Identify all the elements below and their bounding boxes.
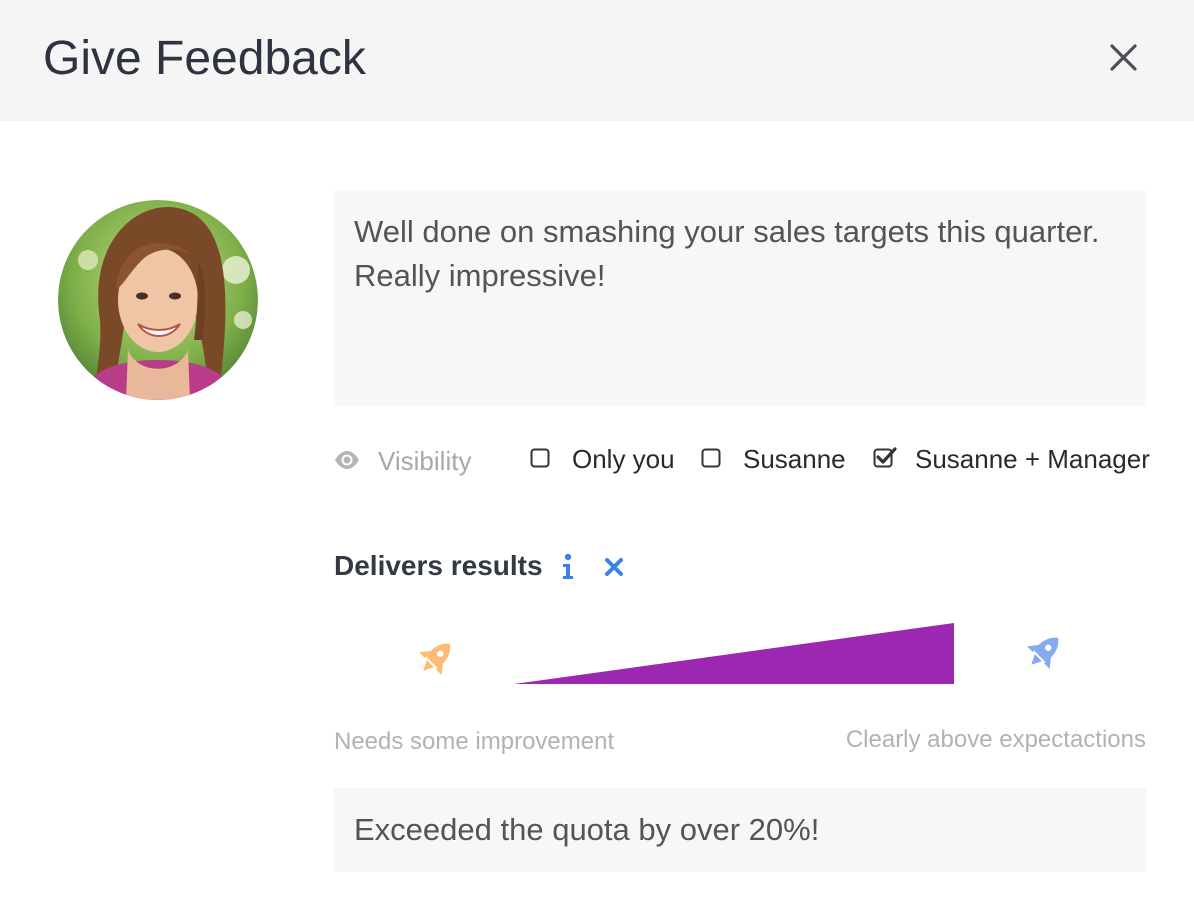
rating-slider-fill [514, 623, 954, 684]
option-label: Only you [572, 444, 675, 474]
dialog-header: Give Feedback [0, 0, 1194, 121]
dialog-title: Give Feedback [43, 32, 366, 85]
rocket-icon [419, 643, 451, 675]
rating-slider-track[interactable] [514, 623, 954, 685]
scale-high-label: Clearly above expectactions [845, 726, 1146, 753]
checkbox-unchecked-icon[interactable] [701, 448, 721, 468]
avatar-photo [58, 200, 258, 400]
visibility-label: Visibility [378, 446, 472, 476]
checkbox-checked-icon[interactable] [873, 446, 897, 468]
checkbox-unchecked-icon[interactable] [530, 448, 550, 468]
remove-icon [605, 558, 623, 576]
close-button[interactable] [1100, 36, 1146, 82]
visibility-row: Visibility Only you Susanne Susanne + Ma… [334, 440, 1150, 480]
remove-competency-button[interactable] [603, 556, 625, 578]
close-icon [1110, 44, 1137, 71]
info-button[interactable] [558, 552, 578, 582]
option-label: Susanne [743, 444, 846, 474]
info-icon [563, 553, 573, 579]
eye-icon [335, 451, 359, 469]
rating-high-rocket [1022, 630, 1066, 674]
recipient-avatar [58, 200, 258, 400]
rating-low-rocket [414, 636, 458, 680]
feedback-textarea[interactable]: Well done on smashing your sales targets… [334, 190, 1146, 406]
competency-comment-field[interactable]: Exceeded the quota by over 20%! [334, 788, 1146, 872]
competency-title: Delivers results [334, 550, 543, 581]
option-label: Susanne + Manager [915, 444, 1150, 474]
rating-slider[interactable] [514, 623, 954, 685]
scale-low-label: Needs some improvement [334, 728, 615, 755]
rocket-icon [1027, 637, 1059, 669]
give-feedback-dialog: Give Feedback Well done on smashing your… [0, 0, 1194, 902]
